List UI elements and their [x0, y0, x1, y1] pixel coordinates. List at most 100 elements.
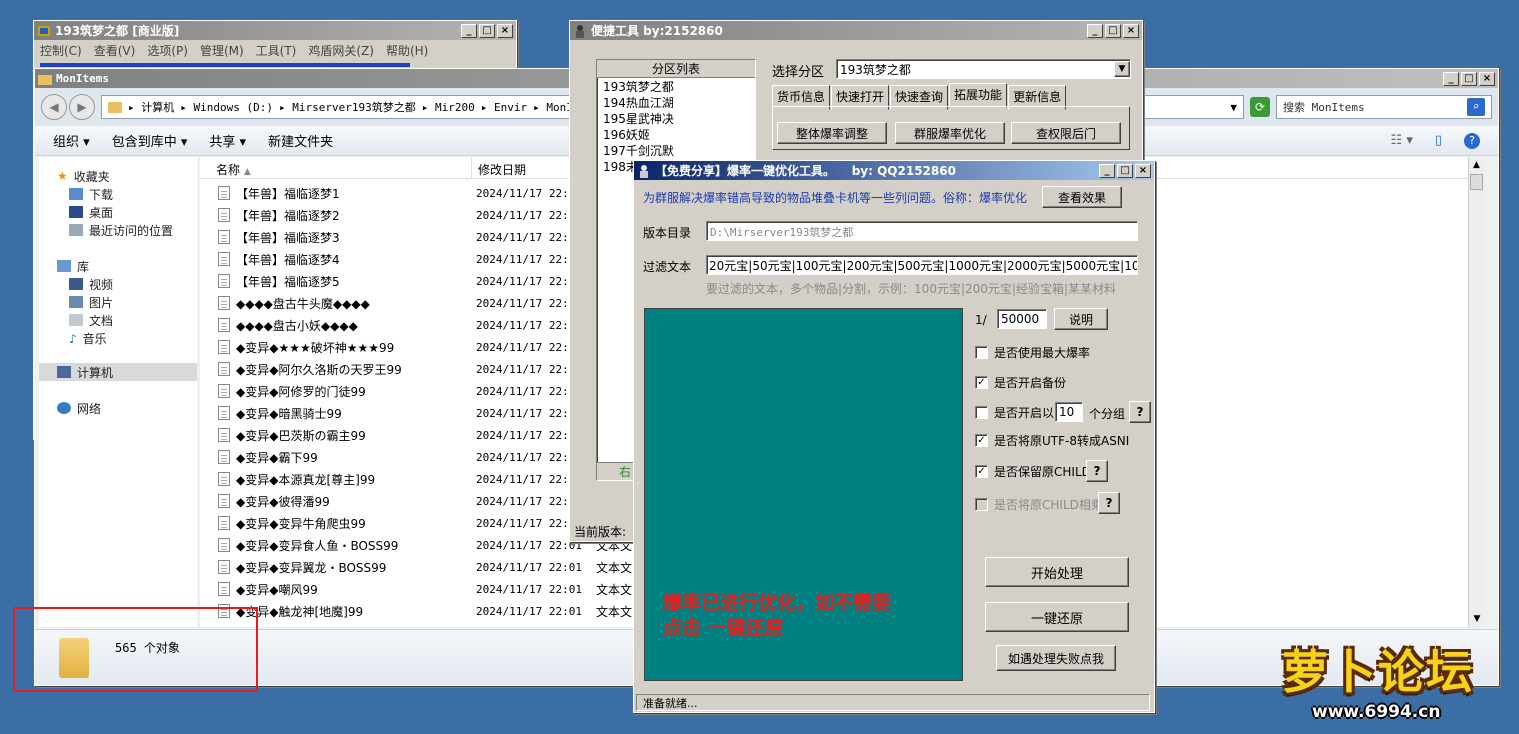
list-item[interactable]: 194热血江湖	[597, 94, 755, 110]
crumb-envir[interactable]: ▸ Envir	[481, 101, 527, 114]
view-effect-button[interactable]: 查看效果	[1042, 186, 1122, 208]
tab-extensions[interactable]: 拓展功能	[949, 83, 1008, 108]
minimize-button[interactable]: _	[1099, 163, 1115, 178]
start-button[interactable]: 开始处理	[985, 557, 1129, 587]
optimizer-statusbar: 准备就绪...	[636, 694, 1150, 711]
list-item[interactable]: 197千剑沉默	[597, 142, 755, 158]
crumb-mir200[interactable]: ▸ Mir200	[422, 101, 475, 114]
maximize-button[interactable]: □	[1117, 163, 1133, 178]
launcher-titlebar[interactable]: 193筑梦之都 [商业版] _ □ ×	[34, 21, 516, 40]
back-button[interactable]: ◀	[41, 94, 67, 120]
menu-control[interactable]: 控制(C)	[40, 42, 82, 59]
menu-help[interactable]: 帮助(H)	[386, 42, 428, 59]
keep-child-checkbox[interactable]: ✓ 是否保留原CHILD	[975, 463, 1091, 480]
text-file-icon	[218, 296, 230, 310]
version-dir-field[interactable]: D:\Mirserver193筑梦之都	[706, 221, 1138, 241]
new-folder-button[interactable]: 新建文件夹	[268, 131, 333, 150]
file-name: 【年兽】福临逐梦4	[236, 252, 340, 267]
filter-field[interactable]: 20元宝|50元宝|100元宝|200元宝|500元宝|1000元宝|2000元…	[706, 255, 1138, 275]
minimize-button[interactable]: _	[461, 23, 477, 38]
optimizer-titlebar[interactable]: 【免费分享】爆率一键优化工具。 by: QQ2152860 _ □ ×	[634, 161, 1154, 180]
nav-documents[interactable]: 文档	[39, 311, 197, 329]
watermark-url: www.6994.cn	[1312, 702, 1441, 722]
file-name: ◆变异◆触龙神[地魔]99	[236, 604, 364, 619]
close-button[interactable]: ×	[1135, 163, 1151, 178]
menu-options[interactable]: 选项(P)	[147, 42, 188, 59]
file-name: ◆变异◆阿尔久洛斯の天罗王99	[236, 362, 402, 377]
partition-select[interactable]: 193筑梦之都 ▼	[836, 59, 1131, 79]
overall-droprate-button[interactable]: 整体爆率调整	[777, 122, 887, 144]
dropdown-icon[interactable]: ▼	[1230, 101, 1237, 114]
check-backdoor-button[interactable]: 查权限后门	[1011, 122, 1121, 144]
menu-manage[interactable]: 管理(M)	[200, 42, 244, 59]
menu-view[interactable]: 查看(V)	[94, 42, 136, 59]
file-name: 【年兽】福临逐梦1	[236, 186, 340, 201]
search-input[interactable]: 搜索 MonItems ⌕	[1276, 95, 1492, 119]
app-icon	[573, 24, 587, 38]
current-version-label: 当前版本:	[574, 525, 627, 539]
nav-videos[interactable]: 视频	[39, 275, 197, 293]
desktop-icon	[69, 206, 83, 218]
nav-pictures[interactable]: 图片	[39, 293, 197, 311]
list-item[interactable]: 196妖姬	[597, 126, 755, 142]
nav-downloads[interactable]: 下载	[39, 185, 197, 203]
child-multiply-checkbox[interactable]: 是否将原CHILD相乘	[975, 496, 1103, 513]
explain-button[interactable]: 说明	[1054, 308, 1108, 330]
crumb-mirserver[interactable]: ▸ Mirserver193筑梦之都	[279, 99, 416, 115]
include-library-button[interactable]: 包含到库中 ▾	[112, 131, 188, 150]
forward-button[interactable]: ▶	[69, 94, 95, 120]
scroll-thumb[interactable]	[1470, 174, 1483, 190]
chevron-down-icon[interactable]: ▼	[1114, 61, 1130, 77]
group-help-button[interactable]: ?	[1129, 401, 1151, 423]
max-droprate-checkbox[interactable]: 是否使用最大爆率	[975, 344, 1090, 361]
backup-checkbox[interactable]: ✓ 是否开启备份	[975, 374, 1066, 391]
group-droprate-button[interactable]: 群服爆率优化	[895, 122, 1005, 144]
list-item[interactable]: 193筑梦之都	[597, 78, 755, 94]
child-help-button[interactable]: ?	[1086, 460, 1108, 482]
search-icon[interactable]: ⌕	[1467, 98, 1485, 116]
nav-computer[interactable]: 计算机	[39, 363, 197, 381]
nav-recent[interactable]: 最近访问的位置	[39, 221, 197, 239]
nav-music[interactable]: ♪ 音乐	[39, 329, 197, 347]
utf8-checkbox[interactable]: ✓ 是否将原UTF-8转成ASNI	[975, 432, 1129, 449]
version-dir-label: 版本目录	[643, 226, 692, 240]
group-suffix: 个分组	[1089, 407, 1126, 421]
nav-favorites[interactable]: ★ 收藏夹	[39, 167, 197, 185]
refresh-button[interactable]: ⟳	[1250, 97, 1270, 117]
close-button[interactable]: ×	[1123, 23, 1139, 38]
vertical-scrollbar[interactable]: ▲ ▼	[1468, 157, 1484, 627]
close-button[interactable]: ×	[497, 23, 513, 38]
text-file-icon	[218, 494, 230, 508]
shortcut-titlebar[interactable]: 便捷工具 by:2152860 _ □ ×	[570, 21, 1142, 40]
close-button[interactable]: ×	[1479, 71, 1495, 86]
list-item[interactable]: 195星武神决	[597, 110, 755, 126]
restore-button[interactable]: 一键还原	[985, 602, 1129, 632]
documents-icon	[69, 314, 83, 326]
crumb-computer[interactable]: ▸ 计算机	[128, 99, 174, 115]
minimize-button[interactable]: _	[1443, 71, 1459, 86]
organize-button[interactable]: 组织 ▾	[53, 131, 90, 150]
menu-gateway[interactable]: 鸡盾网关(Z)	[308, 42, 374, 59]
nav-libraries[interactable]: 库	[39, 257, 197, 275]
maximize-button[interactable]: □	[479, 23, 495, 38]
nav-desktop[interactable]: 桌面	[39, 203, 197, 221]
maximize-button[interactable]: □	[1105, 23, 1121, 38]
group-checkbox[interactable]: 是否开启以	[975, 404, 1054, 421]
help-icon[interactable]: ?	[1464, 132, 1480, 149]
share-button[interactable]: 共享 ▾	[209, 131, 246, 150]
failure-help-button[interactable]: 如遇处理失败点我	[996, 645, 1116, 671]
menu-tools[interactable]: 工具(T)	[256, 42, 297, 59]
minimize-button[interactable]: _	[1087, 23, 1103, 38]
preview-pane-icon[interactable]: ▯	[1435, 133, 1442, 148]
column-name[interactable]: 名称 ▲	[200, 157, 472, 178]
view-options-icon[interactable]: ☷ ▾	[1391, 133, 1413, 148]
crumb-drive[interactable]: ▸ Windows (D:)	[180, 101, 273, 114]
text-file-icon	[218, 208, 230, 222]
text-file-icon	[218, 318, 230, 332]
ratio-input[interactable]: 50000	[997, 309, 1047, 329]
multiply-help-button[interactable]: ?	[1098, 492, 1120, 514]
optimizer-title: 【免费分享】爆率一键优化工具。 by: QQ2152860	[655, 164, 956, 178]
group-size-input[interactable]: 10	[1055, 402, 1083, 422]
nav-network[interactable]: 网络	[39, 399, 197, 417]
maximize-button[interactable]: □	[1461, 71, 1477, 86]
